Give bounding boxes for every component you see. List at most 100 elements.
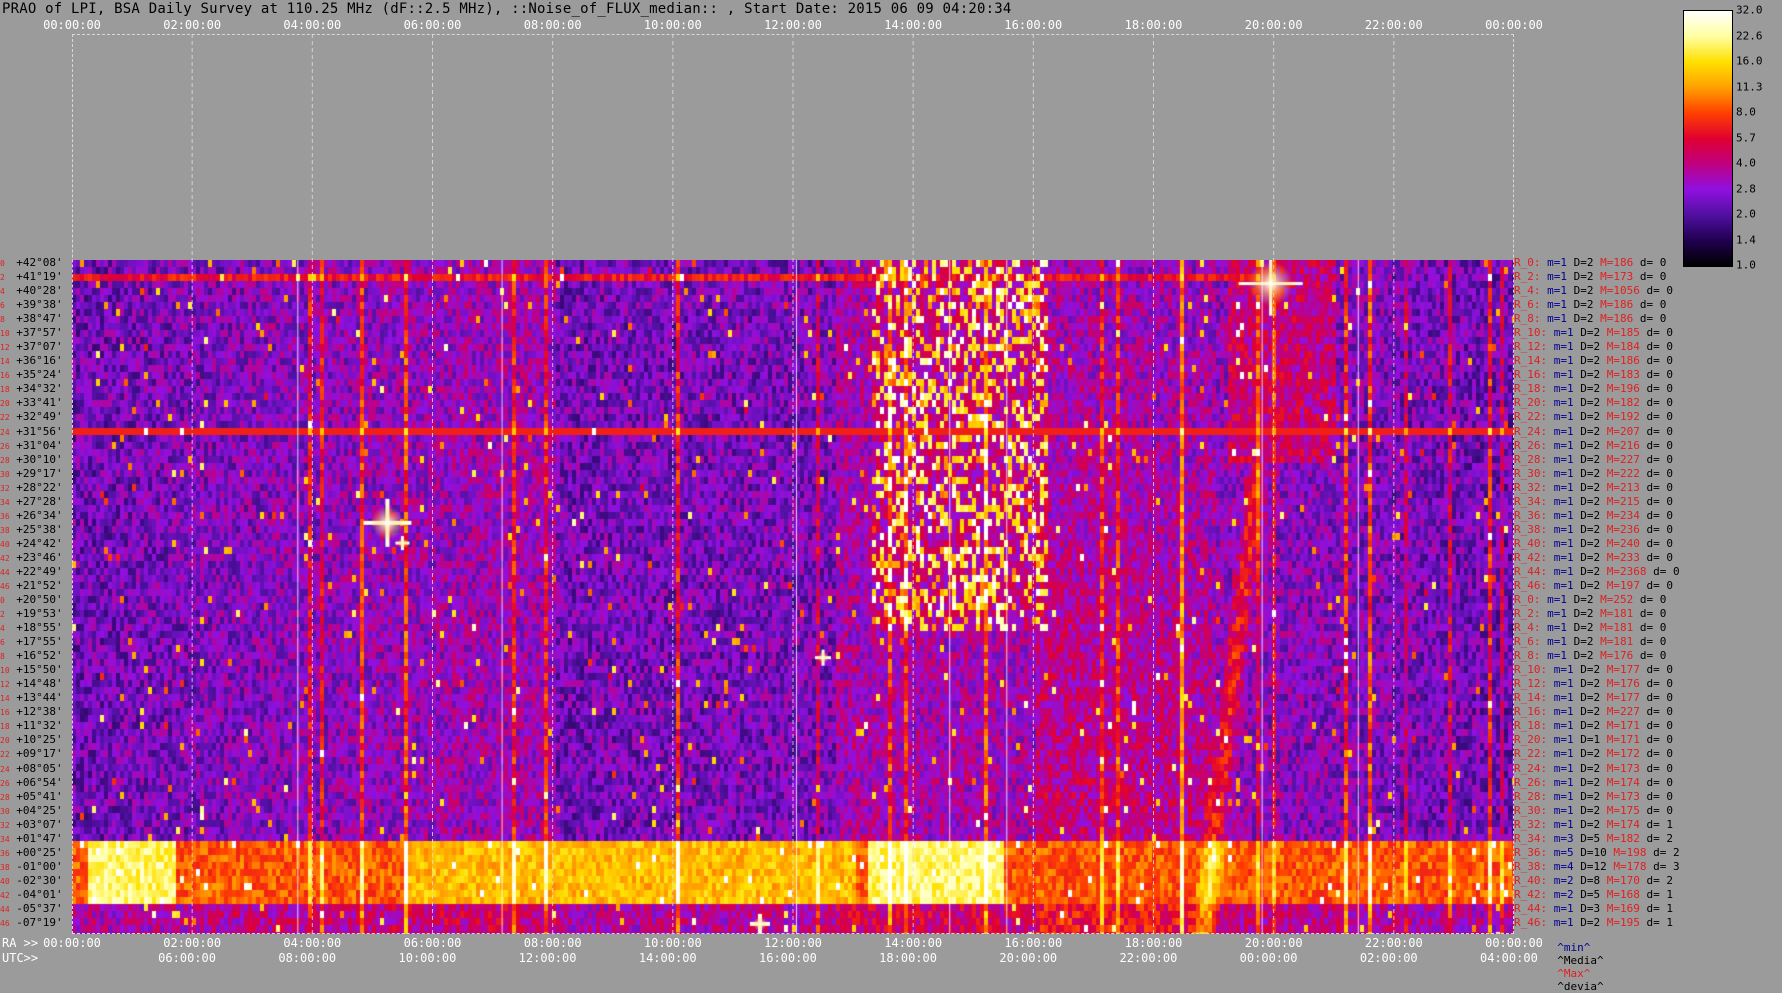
row-index: 22	[0, 750, 10, 760]
stat-M: M=174	[1600, 817, 1640, 831]
declination-label: 38 +25°38'	[0, 523, 63, 537]
stat-r: R_14:	[1514, 691, 1548, 705]
stat-r: R_36:	[1514, 845, 1548, 859]
stat-m: m=1	[1547, 438, 1574, 452]
stat-d: D=2	[1573, 761, 1601, 775]
stat-dev: d= 1	[1639, 915, 1673, 929]
stat-r: R_12:	[1514, 340, 1548, 354]
declination-label: 38 -01°00'	[0, 860, 63, 874]
stat-dev: d= 0	[1639, 438, 1673, 452]
row-stat: R_36: m=1 D=2 M=234 d= 0	[1514, 509, 1673, 522]
stat-M: M=171	[1600, 733, 1640, 747]
row-index: 6	[0, 301, 10, 311]
declination-label: 14 +36°16'	[0, 355, 63, 368]
stat-M: M=197	[1600, 578, 1640, 592]
declination-label: 10 +37°57'	[0, 327, 63, 340]
declination-label: 2 +41°19'	[0, 271, 63, 284]
declination-label: 16 +12°38'	[0, 706, 63, 719]
declination-value: -05°37'	[9, 901, 63, 915]
row-index: 0	[0, 596, 10, 605]
stat-M: M=207	[1600, 424, 1640, 438]
stat-m: m=1	[1547, 368, 1574, 382]
stat-dev: d= 0	[1639, 466, 1673, 480]
top-axis-tick-label: 14:00:00	[884, 18, 943, 32]
stat-d: D=2	[1573, 340, 1601, 354]
stat-M: M=182	[1600, 831, 1640, 845]
declination-value: +21°52'	[9, 578, 63, 592]
stat-m: m=1	[1547, 803, 1574, 817]
declination-label: 16 +35°24'	[0, 369, 63, 382]
row-index: 12	[0, 343, 10, 353]
stat-r: R_24:	[1514, 424, 1548, 438]
stat-d: D=2	[1567, 607, 1594, 621]
declination-label: 42 +23°46'	[0, 551, 63, 565]
declination-value: +00°25'	[9, 845, 63, 859]
declination-value: +36°16'	[9, 354, 63, 368]
row-stat: R_28: m=1 D=2 M=173 d= 0	[1514, 790, 1673, 803]
row-index: 8	[0, 315, 10, 325]
row-stat: R_22: m=1 D=2 M=192 d= 0	[1514, 411, 1673, 423]
stat-m: m=1	[1547, 719, 1574, 733]
stat-r: R_20:	[1514, 396, 1548, 410]
utc-tick-label: 08:00:00	[278, 951, 337, 965]
row-stat: R_10: m=1 D=2 M=185 d= 0	[1514, 327, 1673, 339]
stat-d: D=2	[1573, 705, 1601, 719]
stat-M: M=173	[1600, 761, 1640, 775]
median-header: ^Media^	[1557, 954, 1604, 967]
stat-dev: d= 1	[1639, 817, 1673, 831]
stat-m: m=1	[1547, 466, 1574, 480]
stat-r: R_42:	[1514, 550, 1548, 564]
row-stat: R_6: m=1 D=2 M=186 d= 0	[1514, 299, 1666, 311]
stat-dev: d= 3	[1646, 859, 1680, 873]
stat-d: D=2	[1567, 621, 1594, 635]
stat-dev: d= 0	[1639, 677, 1673, 691]
utc-tick-label: 12:00:00	[518, 951, 577, 965]
declination-label: 14 +13°44'	[0, 692, 63, 705]
declination-value: +29°17'	[9, 466, 63, 480]
stat-M: M=186	[1593, 312, 1634, 326]
stat-M: M=1056	[1593, 284, 1640, 298]
stat-m: m=4	[1547, 859, 1574, 873]
colorbar-tick-label: 5.7	[1736, 131, 1756, 144]
stat-r: R_18:	[1514, 382, 1548, 396]
stat-M: M=252	[1593, 593, 1634, 606]
row-stat: R_46: m=1 D=2 M=197 d= 0	[1514, 578, 1673, 592]
row-index: 34	[0, 834, 10, 844]
stat-r: R_12:	[1514, 677, 1548, 691]
stat-r: R_8:	[1514, 649, 1541, 663]
stat-dev: d= 0	[1639, 452, 1673, 466]
stat-M: M=196	[1600, 382, 1640, 396]
stat-d: D=2	[1573, 424, 1601, 438]
declination-value: +12°38'	[9, 705, 63, 719]
top-axis-tick-label: 02:00:00	[163, 18, 222, 32]
colorbar-tick-label: 32.0	[1736, 3, 1763, 17]
stat-r: R_18:	[1514, 719, 1548, 733]
top-axis-tick-label: 10:00:00	[643, 18, 702, 32]
stat-d: D=2	[1573, 578, 1601, 592]
stat-m: m=1	[1547, 340, 1574, 354]
stat-M: M=215	[1600, 494, 1640, 508]
declination-value: +34°32'	[9, 382, 63, 396]
declination-value: +20°50'	[9, 593, 63, 606]
declination-value: +24°42'	[9, 536, 63, 550]
stat-m: m=1	[1547, 817, 1574, 831]
stat-r: R_0:	[1514, 256, 1541, 269]
stat-dev: d= 2	[1646, 845, 1680, 859]
colorbar-ticks: 32.0 22.6 16.0 11.3 8.0 5.7 4.0 2.8 2.0 1.4 1.0	[1736, 0, 1782, 275]
stat-r: R_10:	[1514, 663, 1548, 677]
declination-label: 24 +08°05'	[0, 762, 63, 776]
row-index: 46	[0, 581, 10, 591]
declination-value: -04°01'	[9, 887, 63, 901]
declination-value: +37°07'	[9, 340, 63, 354]
stat-dev: d= 0	[1639, 396, 1673, 410]
row-index: 32	[0, 820, 10, 830]
declination-label: 28 +30°10'	[0, 453, 63, 467]
stat-r: R_26:	[1514, 438, 1548, 452]
stat-dev: d= 0	[1639, 536, 1673, 550]
stat-r: R_14:	[1514, 354, 1548, 368]
stat-r: R_2:	[1514, 270, 1541, 284]
row-stat: R_24: m=1 D=2 M=207 d= 0	[1514, 424, 1673, 438]
stat-m: m=1	[1547, 480, 1574, 494]
declination-label: 30 +04°25'	[0, 804, 63, 818]
stat-m: m=1	[1547, 761, 1574, 775]
